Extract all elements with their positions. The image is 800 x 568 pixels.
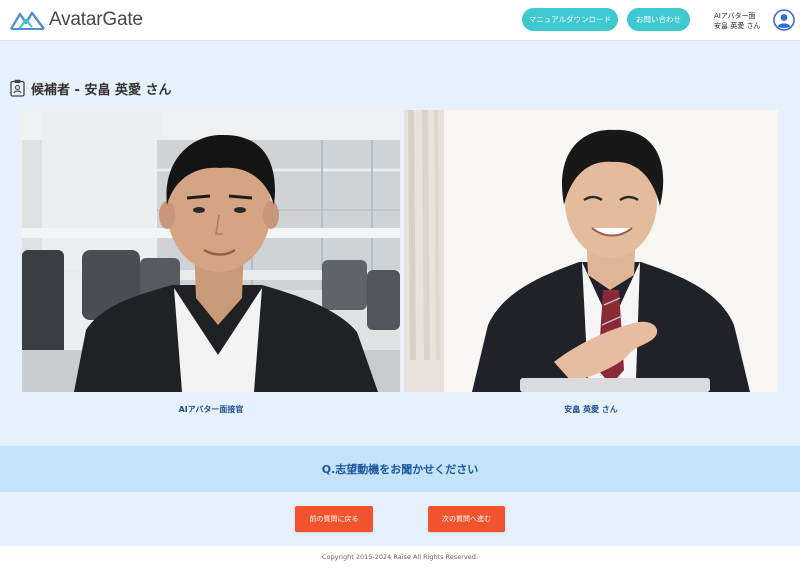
user-avatar-icon[interactable] (773, 9, 795, 31)
ai-avatar-video-label: AIアバター面接官 (178, 405, 244, 414)
app-header: AvatarGate マニュアルダウンロード お問い合わせ AIアバター面 安畠… (0, 0, 800, 41)
avatargate-logo-mountain-icon (10, 11, 45, 30)
clipboard-badge-icon (10, 79, 25, 97)
question-text: Q.志望動機をお聞かせください (321, 463, 479, 476)
candidate-video (404, 110, 778, 392)
page-title: 候補者 - 安畠 英愛 さん (10, 78, 172, 98)
copyright-text: Copyright 2015-2024 Raise All Rights Res… (322, 553, 478, 561)
ai-avatar-video-image (22, 110, 400, 392)
user-name: 安畠 英愛 さん (714, 22, 761, 30)
next-question-button[interactable]: 次の質問へ進む (428, 506, 505, 532)
logo[interactable]: AvatarGate (10, 8, 143, 32)
footer: Copyright 2015-2024 Raise All Rights Res… (0, 546, 800, 568)
manual-download-button[interactable]: マニュアルダウンロード (522, 8, 618, 31)
logo-text: AvatarGate (49, 9, 143, 30)
contact-button[interactable]: お問い合わせ (627, 8, 690, 31)
user-info: AIアバター面 安畠 英愛 さん (714, 11, 760, 31)
question-bar: Q.志望動機をお聞かせください (0, 446, 800, 492)
ai-avatar-video (22, 110, 400, 392)
page-title-text: 候補者 - 安畠 英愛 さん (31, 82, 172, 98)
candidate-video-image (404, 110, 778, 392)
previous-question-button[interactable]: 前の質問に戻る (295, 506, 373, 532)
user-role: AIアバター面 (714, 12, 756, 20)
candidate-video-label: 安畠 英愛 さん (564, 405, 618, 414)
